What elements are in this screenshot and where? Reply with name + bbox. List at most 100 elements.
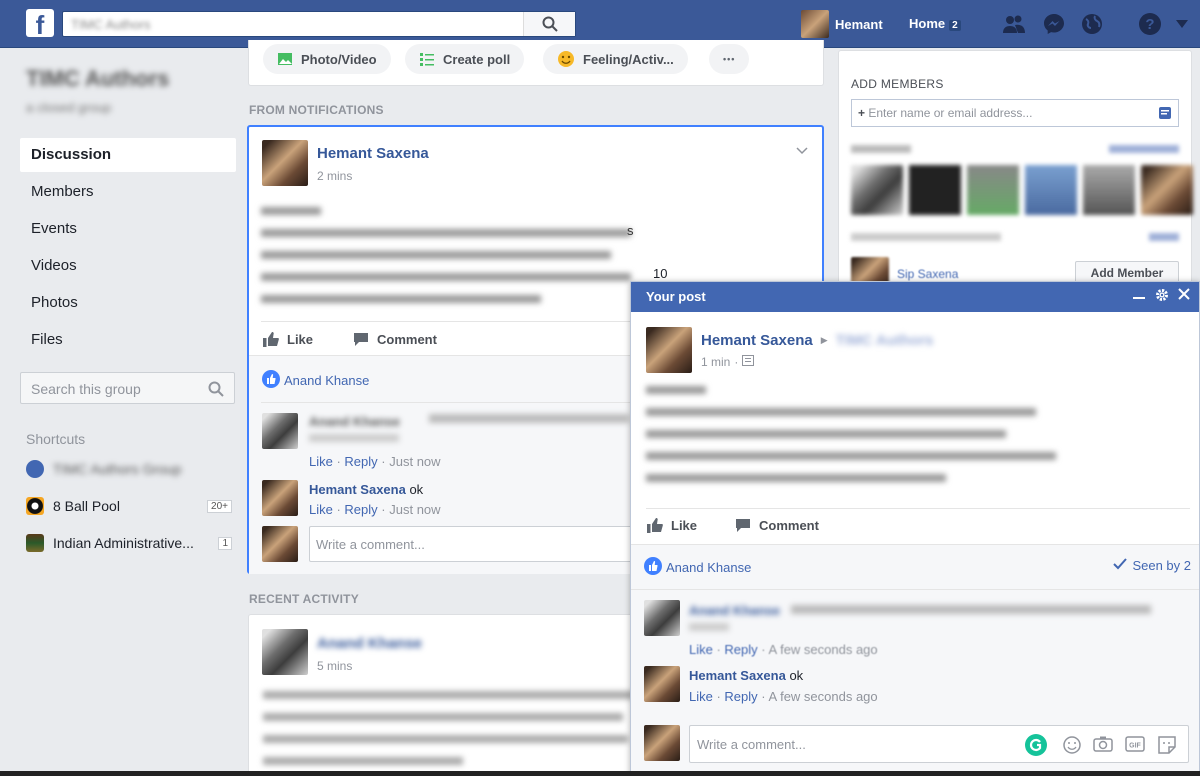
divider bbox=[646, 508, 1190, 509]
like-label: Like bbox=[671, 518, 698, 533]
comment-time[interactable]: A few seconds ago bbox=[769, 689, 878, 704]
like-button[interactable]: Like bbox=[263, 332, 313, 347]
members-label-blurred bbox=[851, 145, 911, 153]
sticker-icon[interactable] bbox=[1157, 735, 1177, 758]
comment-author-name[interactable]: Hemant Saxena bbox=[309, 482, 406, 497]
home-label: Home bbox=[909, 16, 946, 31]
camera-icon[interactable] bbox=[1093, 735, 1113, 756]
post-timestamp[interactable]: 2 mins bbox=[317, 169, 352, 183]
comment-author-name[interactable]: Anand Khanse bbox=[689, 603, 789, 618]
facebook-logo[interactable]: f bbox=[26, 9, 54, 37]
account-menu-chevron-down-icon[interactable] bbox=[1175, 12, 1189, 36]
shortcut-item[interactable]: 8 Ball Pool 20+ bbox=[26, 497, 232, 515]
commenter-avatar[interactable] bbox=[262, 413, 298, 449]
gif-icon[interactable]: GIF bbox=[1125, 736, 1145, 755]
address-book-icon[interactable] bbox=[1158, 106, 1172, 123]
post-timestamp[interactable]: 1 min bbox=[701, 355, 730, 369]
post-options-chevron-down-icon[interactable] bbox=[796, 143, 808, 158]
comment-time[interactable]: Just now bbox=[389, 502, 440, 517]
comment-reply-link[interactable]: Reply bbox=[724, 689, 757, 704]
comment-input[interactable]: Write a comment... bbox=[309, 526, 639, 562]
search-icon[interactable] bbox=[523, 12, 575, 36]
author-avatar[interactable] bbox=[646, 327, 692, 373]
shortcut-label: Indian Administrative... bbox=[53, 535, 194, 551]
shortcut-label: 8 Ball Pool bbox=[53, 498, 120, 514]
search-icon[interactable] bbox=[208, 381, 224, 400]
friend-requests-icon[interactable] bbox=[1002, 12, 1026, 36]
member-avatar[interactable] bbox=[1025, 165, 1077, 215]
gear-icon[interactable] bbox=[1155, 288, 1169, 306]
nav-item-files[interactable]: Files bbox=[20, 323, 236, 360]
profile-link[interactable]: Hemant bbox=[801, 10, 883, 38]
suggested-member-name[interactable]: Sip Saxena bbox=[897, 267, 958, 281]
member-avatar[interactable] bbox=[909, 165, 961, 215]
nav-item-discussion[interactable]: Discussion bbox=[20, 138, 236, 172]
comment-reply-link[interactable]: Reply bbox=[344, 454, 377, 469]
comment-icon bbox=[735, 518, 751, 533]
comment-author-name[interactable]: Hemant Saxena bbox=[689, 668, 786, 683]
post-author-name[interactable]: Hemant Saxena bbox=[317, 145, 429, 162]
divider bbox=[261, 321, 631, 322]
author-avatar[interactable] bbox=[262, 140, 308, 186]
comment-reply-link[interactable]: Reply bbox=[344, 502, 377, 517]
member-avatar[interactable] bbox=[851, 165, 903, 215]
group-search-input[interactable]: Search this group bbox=[20, 372, 235, 404]
member-avatar[interactable] bbox=[1141, 165, 1193, 215]
commenter-avatar[interactable] bbox=[644, 600, 680, 636]
minimize-icon[interactable] bbox=[1133, 288, 1145, 304]
post-author-name[interactable]: Anand Khanse bbox=[317, 635, 422, 652]
photo-video-button[interactable]: Photo/Video bbox=[263, 44, 391, 74]
comment-button[interactable]: Comment bbox=[735, 518, 819, 533]
author-avatar[interactable] bbox=[262, 629, 308, 675]
nav-item-videos[interactable]: Videos bbox=[20, 249, 236, 286]
notifications-globe-icon[interactable] bbox=[1080, 12, 1104, 36]
group-name[interactable]: TIMC Authors bbox=[26, 66, 169, 92]
comment-reply-link[interactable]: Reply bbox=[724, 642, 757, 657]
comment-like-link[interactable]: Like bbox=[689, 689, 713, 704]
my-avatar bbox=[644, 725, 680, 761]
shortcut-item[interactable]: TIMC Authors Group bbox=[26, 460, 232, 478]
nav-item-members[interactable]: Members bbox=[20, 175, 236, 212]
messenger-icon[interactable] bbox=[1042, 12, 1066, 36]
add-members-panel: ADD MEMBERS + Enter name or email addres… bbox=[838, 50, 1193, 290]
photo-video-label: Photo/Video bbox=[301, 51, 377, 67]
comment-time[interactable]: A few seconds ago bbox=[769, 642, 878, 657]
comment-actions: Like · Reply · Just now bbox=[309, 502, 441, 517]
emoji-icon[interactable] bbox=[1062, 735, 1082, 758]
comment-like-link[interactable]: Like bbox=[689, 642, 713, 657]
post-timestamp[interactable]: 5 mins bbox=[317, 659, 352, 673]
comment-like-link[interactable]: Like bbox=[309, 454, 333, 469]
likes-summary[interactable]: Anand Khanse bbox=[262, 370, 369, 391]
home-link[interactable]: Home 2 bbox=[909, 16, 961, 31]
post-author-name[interactable]: Hemant Saxena bbox=[701, 332, 813, 349]
help-icon[interactable]: ? bbox=[1138, 12, 1162, 36]
member-avatar[interactable] bbox=[1083, 165, 1135, 215]
commenter-avatar[interactable] bbox=[644, 666, 680, 702]
comment-input[interactable]: Write a comment... GIF bbox=[689, 725, 1189, 763]
like-reaction-icon bbox=[644, 557, 662, 578]
feeling-activity-button[interactable]: Feeling/Activ... bbox=[543, 44, 688, 74]
add-members-input[interactable]: + Enter name or email address... bbox=[851, 99, 1179, 127]
comment-like-link[interactable]: Like bbox=[309, 502, 333, 517]
close-icon[interactable] bbox=[1178, 288, 1190, 304]
nav-item-events[interactable]: Events bbox=[20, 212, 236, 249]
group-name-link[interactable]: TIMC Authors bbox=[836, 332, 934, 349]
comment-time[interactable]: Just now bbox=[389, 454, 440, 469]
global-search-input[interactable]: TIMC Authors bbox=[62, 11, 576, 37]
likes-summary[interactable]: Anand Khanse bbox=[644, 557, 751, 578]
more-icon: ••• bbox=[723, 54, 736, 64]
grammarly-icon[interactable] bbox=[1025, 734, 1047, 759]
create-poll-button[interactable]: Create poll bbox=[405, 44, 525, 74]
post-body-blurred bbox=[261, 199, 641, 309]
comment-button[interactable]: Comment bbox=[353, 332, 437, 347]
nav-item-photos[interactable]: Photos bbox=[20, 286, 236, 323]
shortcut-item[interactable]: Indian Administrative... 1 bbox=[26, 534, 232, 552]
like-label: Like bbox=[287, 332, 314, 347]
more-options-button[interactable]: ••• bbox=[709, 44, 750, 74]
commenter-avatar[interactable] bbox=[262, 480, 298, 516]
seen-by[interactable]: Seen by 2 bbox=[1113, 558, 1191, 573]
member-avatar[interactable] bbox=[967, 165, 1019, 215]
like-button[interactable]: Like bbox=[647, 518, 697, 533]
comment-actions: Like · Reply · A few seconds ago bbox=[689, 689, 878, 704]
seen-by-label: Seen by 2 bbox=[1132, 558, 1191, 573]
